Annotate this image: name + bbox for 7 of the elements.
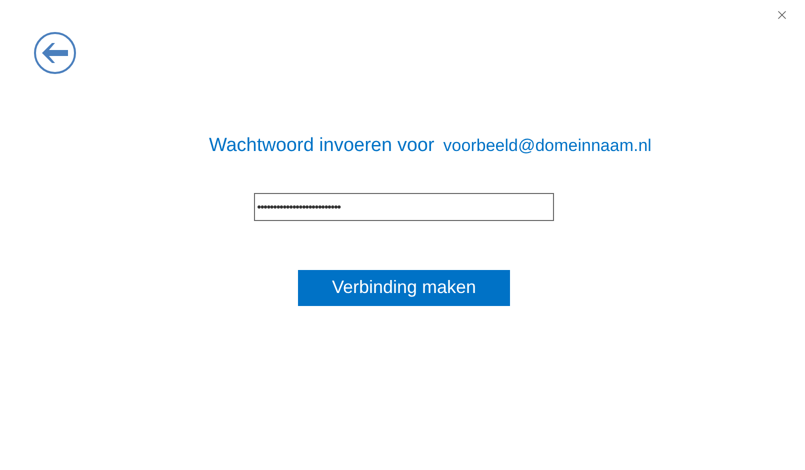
back-button[interactable] xyxy=(34,32,76,74)
password-field[interactable]: •••••••••••••••••••••••••• xyxy=(254,192,554,220)
account-email: voorbeeld@domeinnaam.nl xyxy=(443,135,652,157)
password-prompt: Wachtwoord invoeren voor xyxy=(209,134,434,158)
connect-button[interactable]: Verbinding maken xyxy=(298,270,510,306)
back-arrow-icon xyxy=(42,43,68,63)
close-icon xyxy=(775,8,789,22)
